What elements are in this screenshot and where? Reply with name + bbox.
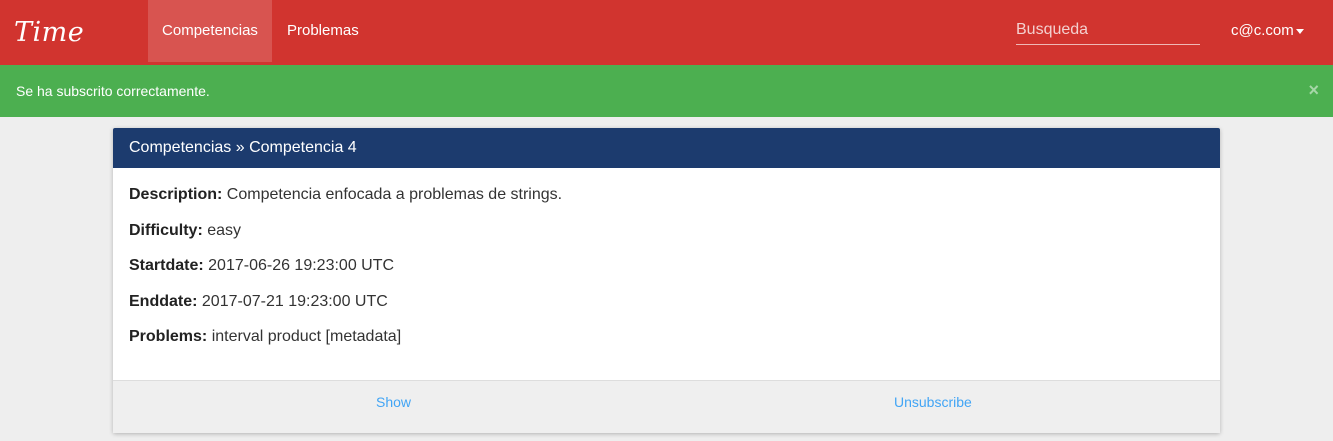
top-navbar: Time over Competencias Problemas c@c.com (0, 0, 1333, 110)
user-email: c@c.com (1231, 22, 1294, 39)
field-enddate: Enddate: 2017-07-21 19:23:00 UTC (129, 292, 1204, 328)
success-alert: Se ha subscrito correctamente. × (0, 65, 1333, 117)
field-value: 2017-07-21 19:23:00 UTC (201, 292, 388, 310)
field-problems: Problems: interval product [metadata] (129, 327, 1204, 363)
field-label: Description: (129, 186, 223, 203)
field-value: 2017-06-26 19:23:00 UTC (208, 257, 395, 274)
field-difficulty: Difficulty: easy (129, 221, 1204, 257)
nav-competencias[interactable]: Competencias (148, 0, 272, 62)
competition-panel: Competencias » Competencia 4 Description… (113, 128, 1220, 433)
panel-heading: Competencias » Competencia 4 (113, 128, 1220, 168)
field-value: interval product [metadata] (211, 328, 402, 345)
alert-message: Se ha subscrito correctamente. (16, 83, 210, 99)
caret-down-icon (1295, 28, 1304, 34)
field-label: Difficulty: (129, 221, 203, 239)
close-icon[interactable]: × (1308, 65, 1319, 115)
field-label: Enddate: (129, 292, 198, 310)
field-value: easy (207, 221, 242, 239)
field-label: Problems: (129, 328, 208, 345)
field-startdate: Startdate: 2017-06-26 19:23:00 UTC (129, 256, 1204, 292)
field-description: Description: Competencia enfocada a prob… (129, 185, 1204, 221)
unsubscribe-link[interactable]: Unsubscribe (894, 381, 972, 423)
field-label: Startdate: (129, 257, 204, 274)
panel-body: Description: Competencia enfocada a prob… (113, 168, 1220, 380)
field-value: Competencia enfocada a problemas de stri… (226, 186, 563, 203)
brand-logo[interactable]: Time over (14, 2, 148, 110)
panel-footer: Show Unsubscribe (113, 380, 1220, 433)
search-box (1016, 17, 1200, 45)
search-input[interactable] (1016, 17, 1200, 43)
show-link[interactable]: Show (376, 381, 411, 423)
nav-problemas[interactable]: Problemas (287, 0, 359, 62)
user-menu-dropdown[interactable]: c@c.com (1231, 0, 1304, 62)
